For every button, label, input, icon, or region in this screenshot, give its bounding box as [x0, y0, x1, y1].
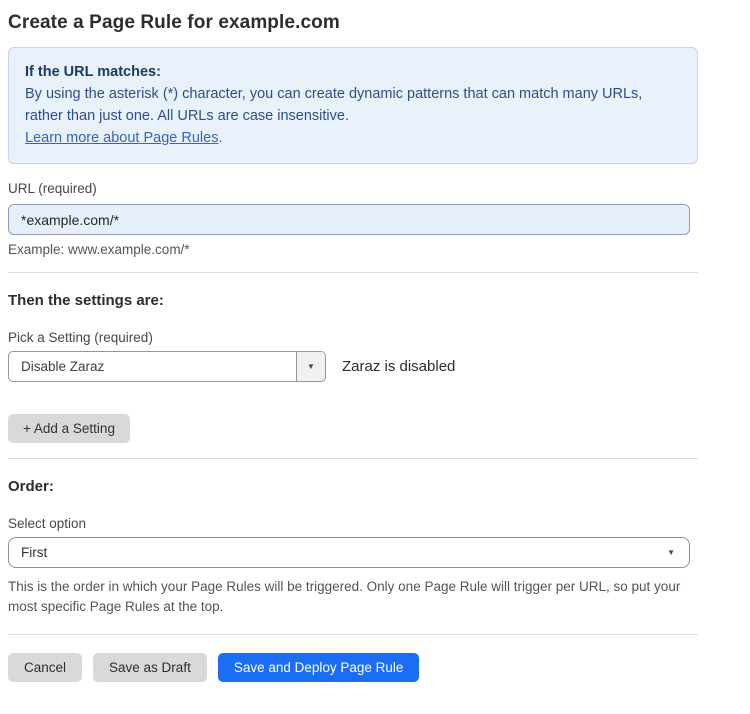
divider [8, 458, 698, 459]
page-rule-form: Create a Page Rule for example.com If th… [8, 0, 698, 714]
learn-more-link[interactable]: Learn more about Page Rules [25, 130, 218, 146]
url-match-info-box: If the URL matches: By using the asteris… [8, 47, 698, 164]
page-title: Create a Page Rule for example.com [8, 12, 698, 34]
add-setting-button[interactable]: + Add a Setting [8, 414, 130, 443]
info-box-heading: If the URL matches: [25, 61, 681, 83]
info-box-body: By using the asterisk (*) character, you… [25, 83, 680, 127]
save-as-draft-button[interactable]: Save as Draft [93, 653, 207, 682]
chevron-down-icon: ▼ [307, 363, 315, 371]
cancel-button[interactable]: Cancel [8, 653, 82, 682]
link-suffix: . [218, 130, 222, 146]
order-select[interactable]: First ▼ [8, 537, 690, 568]
divider [8, 634, 698, 635]
save-and-deploy-button[interactable]: Save and Deploy Page Rule [218, 653, 420, 682]
chevron-down-icon: ▼ [667, 549, 675, 557]
info-box-link-line: Learn more about Page Rules. [25, 127, 681, 149]
order-help-text: This is the order in which your Page Rul… [8, 577, 686, 617]
setting-select-value: Disable Zaraz [9, 352, 296, 381]
form-actions: Cancel Save as Draft Save and Deploy Pag… [8, 653, 698, 714]
order-select-label: Select option [8, 516, 698, 531]
order-select-value: First [21, 545, 47, 560]
pick-setting-label: Pick a Setting (required) [8, 330, 698, 345]
setting-select-arrow-button[interactable]: ▼ [296, 352, 325, 381]
url-input[interactable] [8, 204, 690, 235]
url-example-text: Example: www.example.com/* [8, 242, 698, 257]
setting-select-row: Disable Zaraz ▼ Zaraz is disabled [8, 351, 698, 382]
settings-section-heading: Then the settings are: [8, 292, 698, 309]
zaraz-status-text: Zaraz is disabled [342, 358, 455, 375]
divider [8, 272, 698, 273]
setting-select[interactable]: Disable Zaraz ▼ [8, 351, 326, 382]
order-section-heading: Order: [8, 478, 698, 495]
url-field-label: URL (required) [8, 181, 698, 196]
